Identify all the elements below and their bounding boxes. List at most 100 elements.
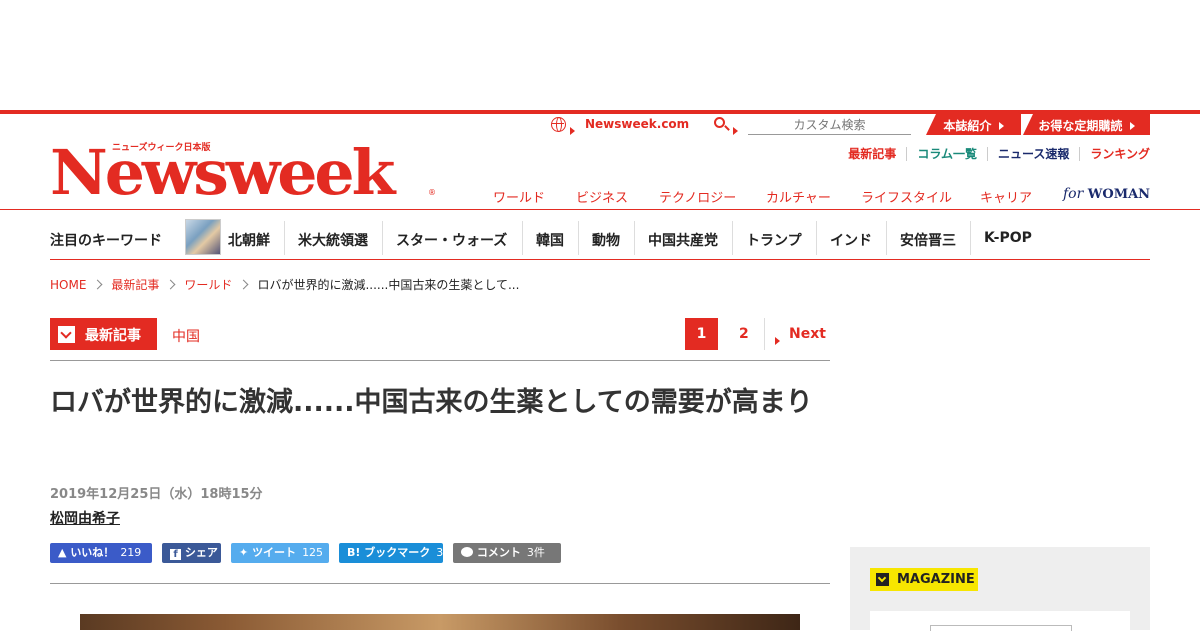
article-title: ロバが世界的に激減......中国古来の生薬としての需要が高まり [50, 387, 813, 418]
chevron-right-icon [165, 279, 176, 290]
comment-count: 3件 [526, 546, 545, 559]
for-woman-link[interactable]: for WOMAN [1063, 186, 1150, 202]
chevron-down-icon [876, 573, 889, 586]
keyword-abe[interactable]: 安倍晋三 [900, 230, 956, 250]
search-input[interactable] [748, 116, 911, 135]
share-divider [50, 583, 830, 584]
keyword-divider [284, 221, 285, 255]
keyword-bar: 注目のキーワード 北朝鮮 米大統領選 スター・ウォーズ 韓国 動物 中国共産党 … [50, 215, 1150, 260]
section-tag[interactable]: 最新記事 [50, 318, 157, 350]
keyword-divider [634, 221, 635, 255]
chevron-right-icon [570, 120, 575, 139]
chevron-right-icon [238, 279, 249, 290]
pager-divider [764, 318, 765, 350]
twitter-bird-icon: ✦ [239, 546, 249, 559]
top-accent-bar [0, 110, 1200, 114]
breadcrumb-latest[interactable]: 最新記事 [111, 278, 159, 292]
header-divider [0, 209, 1200, 210]
subscribe-label: お得な定期購読 [1038, 119, 1123, 133]
keyword-divider [886, 221, 887, 255]
article-author[interactable]: 松岡由希子 [50, 508, 120, 528]
search-icon[interactable] [714, 117, 725, 128]
keyword-trump[interactable]: トランプ [746, 230, 802, 250]
keyword-divider [578, 221, 579, 255]
hatena-b-icon: B! [347, 546, 361, 559]
tweet-count: 125 [302, 546, 324, 559]
keyword-india[interactable]: インド [830, 230, 872, 250]
tweet-label: ツイート [252, 546, 297, 559]
nav-technology[interactable]: テクノロジー [659, 187, 736, 206]
newsweek-com-link[interactable]: Newsweek.com [585, 117, 689, 131]
keyword-label: 注目のキーワード [50, 233, 162, 249]
keyword-divider [816, 221, 817, 255]
sidebar-magazine-panel: MAGAZINE [850, 547, 1150, 631]
chevron-down-icon [58, 326, 75, 343]
breadcrumb-world[interactable]: ワールド [184, 278, 232, 292]
breadcrumb-current: ロバが世界的に激減......中国古来の生薬として... [257, 278, 520, 292]
nav-career[interactable]: キャリア [980, 187, 1032, 206]
bookmark-count: 3 [436, 546, 444, 559]
comment-button[interactable]: コメント 3件 [453, 543, 561, 563]
title-divider [50, 360, 830, 361]
keyword-divider [732, 221, 733, 255]
facebook-like-button[interactable]: ▲ いいね！ 219 [50, 543, 152, 563]
for-woman-woman: WOMAN [1087, 187, 1151, 202]
logo-wordmark: Newsweek [50, 136, 395, 209]
hatena-bookmark-button[interactable]: B! ブックマーク 3 [339, 543, 443, 563]
like-count: 219 [120, 546, 142, 559]
nav-culture[interactable]: カルチャー [766, 187, 831, 206]
newsweek-logo[interactable]: ニューズウィーク日本版 Newsweek ® [50, 142, 436, 204]
keyword-north-korea[interactable]: 北朝鮮 [228, 230, 270, 250]
thumbs-up-icon: ▲ [58, 546, 67, 559]
keyword-animals[interactable]: 動物 [592, 230, 620, 250]
sublink-latest[interactable]: 最新記事 [838, 147, 906, 161]
nav-world[interactable]: ワールド [493, 187, 545, 206]
chevron-right-icon [775, 330, 780, 349]
keyword-divider [382, 221, 383, 255]
sub-navigation: 最新記事 コラム一覧 ニュース速報 ランキング [838, 145, 1150, 162]
article-date: 2019年12月25日（水）18時15分 [50, 487, 263, 502]
keyword-star-wars[interactable]: スター・ウォーズ [396, 230, 507, 250]
tweet-button[interactable]: ✦ ツイート 125 [231, 543, 329, 563]
chevron-right-icon [998, 122, 1004, 130]
comment-label: コメント [476, 546, 521, 559]
like-label: いいね！ [70, 546, 115, 559]
keyword-thumbnail[interactable] [185, 219, 221, 255]
magazine-label: MAGAZINE [897, 572, 975, 587]
keyword-divider [970, 221, 971, 255]
keyword-divider [522, 221, 523, 255]
chevron-right-icon [1129, 122, 1135, 130]
nav-business[interactable]: ビジネス [576, 187, 628, 206]
sublink-columns[interactable]: コラム一覧 [906, 147, 987, 161]
page-1-button[interactable]: 1 [685, 318, 718, 350]
category-link[interactable]: 中国 [172, 326, 200, 346]
breadcrumb: HOME 最新記事 ワールド ロバが世界的に激減......中国古来の生薬として... [50, 276, 519, 293]
subscribe-button[interactable]: お得な定期購読 [1023, 114, 1150, 135]
page-2-button[interactable]: 2 [739, 326, 749, 342]
chevron-right-icon [733, 120, 738, 139]
article-photo [80, 614, 800, 630]
keyword-korea[interactable]: 韓国 [536, 230, 564, 250]
magazine-cover-card[interactable] [870, 611, 1130, 631]
globe-icon [551, 117, 566, 132]
next-page-button[interactable]: Next [789, 326, 826, 342]
keyword-ccp[interactable]: 中国共産党 [648, 230, 718, 250]
facebook-icon: f [170, 549, 181, 560]
chevron-right-icon [92, 279, 103, 290]
sublink-news-flash[interactable]: ニュース速報 [986, 147, 1080, 161]
section-tag-label: 最新記事 [85, 328, 141, 344]
keyword-kpop[interactable]: K-POP [984, 230, 1032, 246]
for-woman-for: for [1063, 186, 1084, 202]
facebook-share-button[interactable]: f シェア [162, 543, 221, 563]
share-label: シェア [184, 546, 218, 559]
keyword-us-election[interactable]: 米大統領選 [298, 230, 368, 250]
magazine-heading: MAGAZINE [870, 568, 978, 591]
registered-mark: ® [428, 188, 436, 197]
comment-bubble-icon [461, 547, 473, 557]
breadcrumb-home[interactable]: HOME [50, 278, 86, 292]
sublink-ranking[interactable]: ランキング [1079, 147, 1150, 161]
nav-lifestyle[interactable]: ライフスタイル [861, 187, 952, 206]
about-magazine-button[interactable]: 本誌紹介 [926, 114, 1021, 135]
about-label: 本誌紹介 [943, 119, 992, 133]
bookmark-label: ブックマーク [364, 546, 431, 559]
